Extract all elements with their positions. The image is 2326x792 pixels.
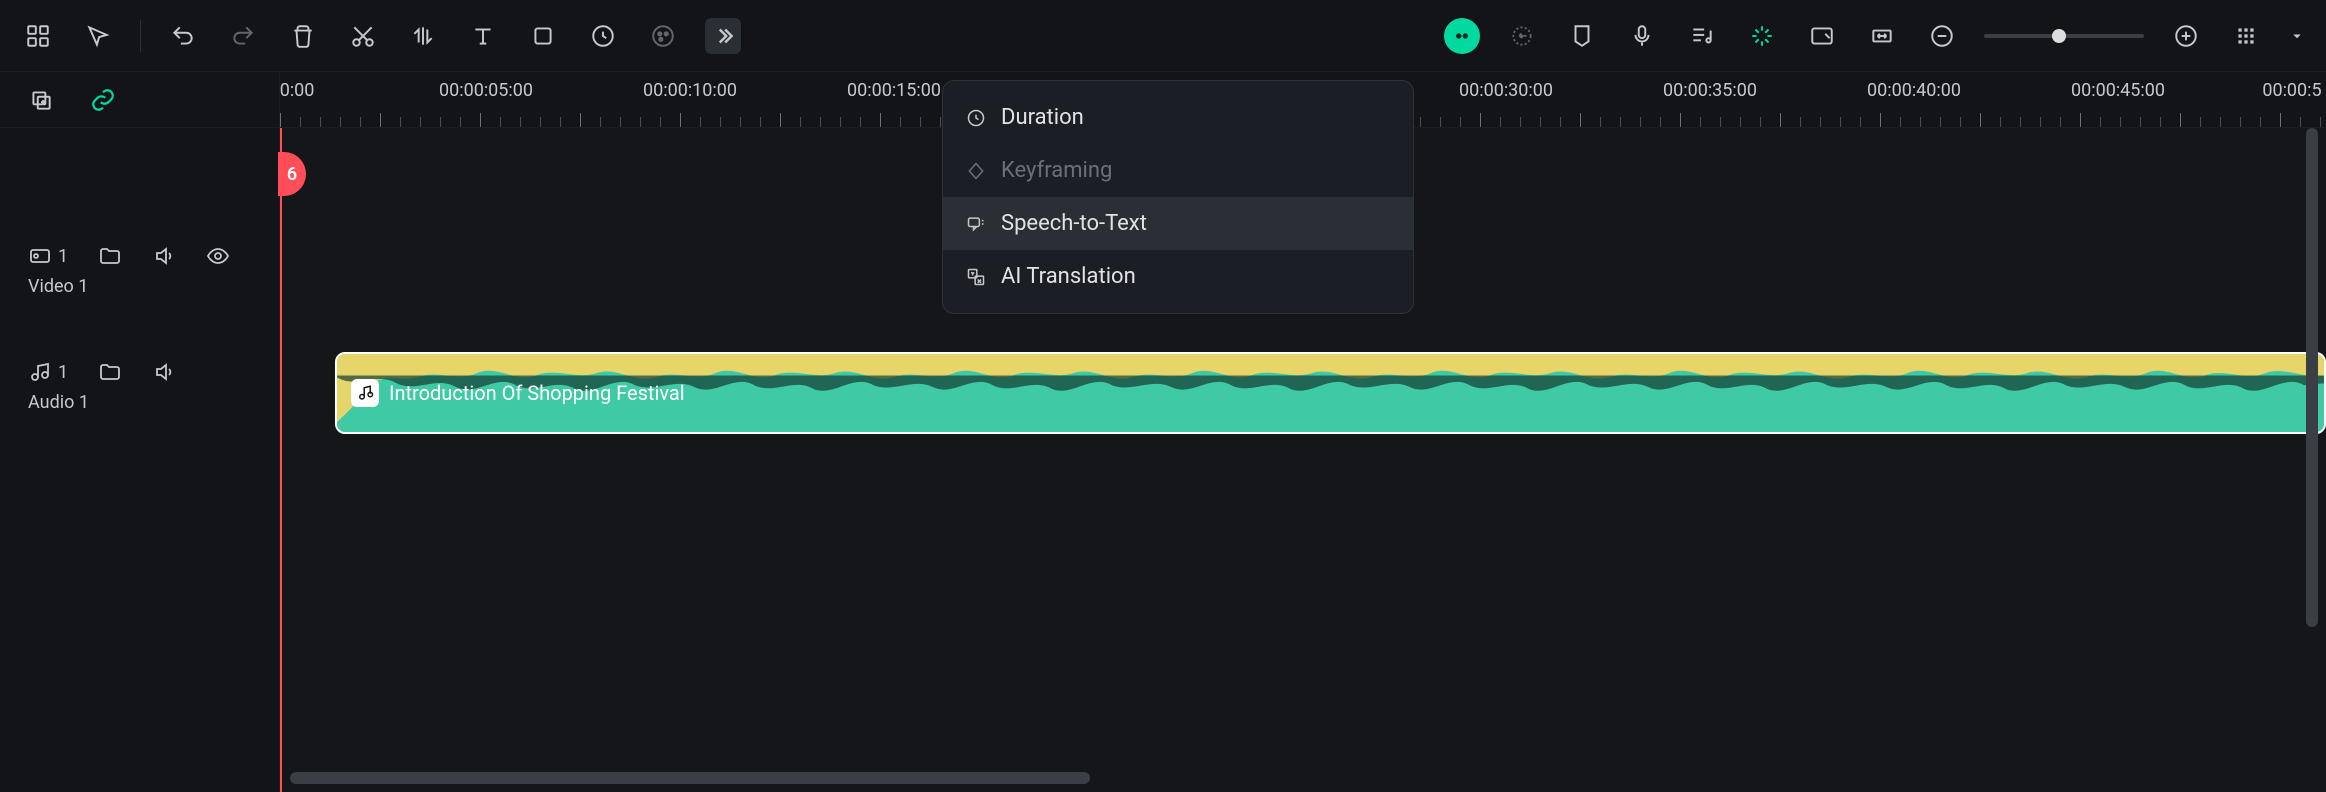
folder-icon[interactable] (98, 244, 122, 268)
menu-item-label: AI Translation (1001, 264, 1136, 289)
translate-icon (965, 266, 987, 288)
horizontal-scrollbar[interactable] (280, 770, 2286, 786)
audio-track-name: Audio 1 (28, 392, 251, 413)
ruler-mark: 00:00:05:00 (439, 80, 533, 101)
crop-icon[interactable] (525, 18, 561, 54)
ruler-mark: 00:00:15:00 (847, 80, 941, 101)
apps-icon[interactable] (20, 18, 56, 54)
main-toolbar (0, 0, 2326, 72)
vertical-scrollbar[interactable] (2304, 128, 2320, 768)
zoom-slider[interactable] (1984, 34, 2144, 38)
folder-icon[interactable] (98, 360, 122, 384)
music-list-icon[interactable] (1684, 18, 1720, 54)
toolbar-right (1444, 18, 2306, 54)
ruler-mark: 00:00:5 (2262, 80, 2321, 101)
cut-icon[interactable] (345, 18, 381, 54)
zoom-slider-thumb[interactable] (2052, 29, 2066, 43)
eye-icon[interactable] (206, 244, 230, 268)
audio-track-header: 1 Audio 1 (0, 354, 279, 470)
toolbar-divider (140, 20, 141, 52)
menu-item-label: Keyframing (1001, 158, 1112, 183)
effects-icon[interactable] (1744, 18, 1780, 54)
playhead-handle[interactable]: 6 (278, 152, 306, 196)
menu-item-keyframing: Keyframing (943, 144, 1413, 197)
ai-avatar-icon[interactable] (1444, 18, 1480, 54)
menu-item-label: Speech-to-Text (1001, 211, 1147, 236)
playhead[interactable]: 6 (280, 128, 282, 792)
ruler-mark: 00:00:10:00 (643, 80, 737, 101)
ruler-mark: 00:00:35:00 (1663, 80, 1757, 101)
cursor-icon[interactable] (80, 18, 116, 54)
keyframe-icon (965, 160, 987, 182)
zoom-out-icon[interactable] (1924, 18, 1960, 54)
speed-icon[interactable] (585, 18, 621, 54)
speech-icon (965, 213, 987, 235)
playhead-flag-label: 6 (287, 164, 297, 185)
redo-icon[interactable] (225, 18, 261, 54)
mic-icon[interactable] (1624, 18, 1660, 54)
clock-icon (965, 107, 987, 129)
grid-view-icon[interactable] (2228, 18, 2264, 54)
zoom-in-icon[interactable] (2168, 18, 2204, 54)
music-note-icon (351, 379, 379, 407)
more-tools-menu: Duration Keyframing Speech-to-Text AI Trans… (942, 80, 1414, 314)
volume-icon[interactable] (152, 244, 176, 268)
audio-split-icon[interactable] (405, 18, 441, 54)
more-icon[interactable] (705, 18, 741, 54)
undo-icon[interactable] (165, 18, 201, 54)
video-track-header: 1 Video 1 (0, 238, 279, 354)
audio-track-index: 1 (58, 362, 68, 383)
menu-item-speech-to-text[interactable]: Speech-to-Text (943, 197, 1413, 250)
delete-icon[interactable] (285, 18, 321, 54)
gear-dotted-icon[interactable] (1504, 18, 1540, 54)
h-scroll-thumb[interactable] (290, 772, 1090, 784)
clip-title: Introduction Of Shopping Festival (389, 381, 685, 405)
video-icon (28, 244, 52, 268)
menu-item-ai-translation[interactable]: AI Translation (943, 250, 1413, 303)
ruler-mark: 00:00:40:00 (1867, 80, 1961, 101)
audio-clip[interactable]: Introduction Of Shopping Festival (335, 352, 2326, 434)
ruler-mark: 00:00:30:00 (1459, 80, 1553, 101)
music-icon (28, 360, 52, 384)
menu-item-label: Duration (1001, 105, 1084, 130)
ruler-left-controls (0, 72, 280, 127)
text-icon[interactable] (465, 18, 501, 54)
duplicate-icon[interactable] (28, 87, 54, 113)
ruler-mark: 00:00:45:00 (2071, 80, 2165, 101)
volume-icon[interactable] (152, 360, 176, 384)
menu-item-duration[interactable]: Duration (943, 91, 1413, 144)
video-track-name: Video 1 (28, 276, 251, 297)
ruler-mark: 00:00 (280, 80, 314, 101)
v-scroll-thumb[interactable] (2306, 128, 2318, 627)
dropdown-caret-icon[interactable] (2288, 18, 2306, 54)
link-icon[interactable] (90, 87, 116, 113)
marker-icon[interactable] (1564, 18, 1600, 54)
export-icon[interactable] (1804, 18, 1840, 54)
track-panel: 1 Video 1 1 Audio 1 (0, 128, 280, 792)
color-icon[interactable] (645, 18, 681, 54)
video-track-index: 1 (58, 246, 68, 267)
fit-icon[interactable] (1864, 18, 1900, 54)
